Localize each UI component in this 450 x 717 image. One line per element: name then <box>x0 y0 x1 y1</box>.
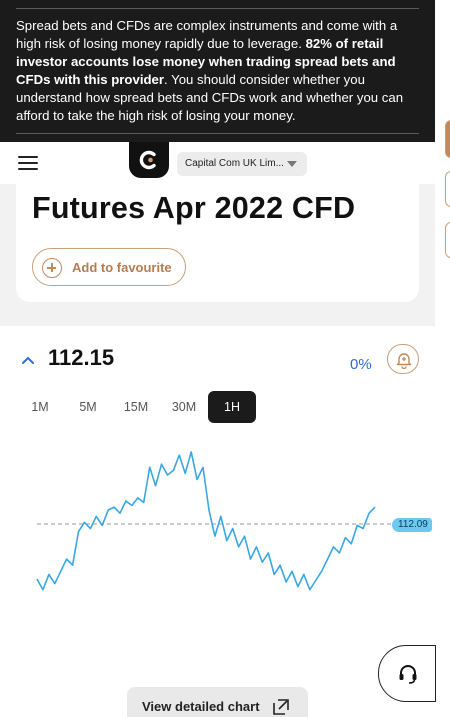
timeframe-30m[interactable]: 30M <box>160 391 208 423</box>
price-chart[interactable] <box>0 430 435 620</box>
capital-com-logo[interactable] <box>129 142 169 178</box>
side-tab[interactable] <box>445 120 450 158</box>
add-to-favourite-label: Add to favourite <box>72 260 172 275</box>
account-select[interactable]: Capital Com UK Lim... <box>177 152 307 176</box>
plus-circle-icon <box>42 258 62 278</box>
page-title: Futures Apr 2022 CFD <box>32 191 356 225</box>
support-button[interactable] <box>378 645 436 702</box>
top-navigation: Capital Com UK Lim... <box>0 142 435 184</box>
current-price: 112.15 <box>48 345 115 370</box>
risk-warning-text: Spread bets and CFDs are complex instrum… <box>16 18 404 123</box>
price-change: 0% <box>350 356 372 373</box>
account-select-label: Capital Com UK Lim... <box>185 158 284 169</box>
risk-warning-banner: Spread bets and CFDs are complex instrum… <box>0 0 435 142</box>
price-series-line <box>36 451 376 591</box>
divider <box>16 133 419 134</box>
timeframe-1h[interactable]: 1H <box>208 391 256 423</box>
price-alert-button[interactable] <box>387 344 419 374</box>
chevron-up-icon <box>22 356 34 364</box>
headset-icon <box>399 665 417 684</box>
divider <box>16 8 419 9</box>
current-price-tag: 112.09 <box>392 518 432 532</box>
chevron-down-icon <box>287 161 297 167</box>
add-to-favourite-button[interactable]: Add to favourite <box>32 248 186 286</box>
view-detailed-chart-button[interactable]: View detailed chart <box>127 687 308 717</box>
timeframe-15m[interactable]: 15M <box>112 391 160 423</box>
view-detailed-chart-label: View detailed chart <box>142 699 260 714</box>
bell-plus-icon <box>396 353 412 369</box>
hamburger-icon[interactable] <box>18 156 38 170</box>
expand-icon <box>273 699 289 715</box>
side-tab[interactable] <box>445 171 450 207</box>
side-tab[interactable] <box>445 222 450 258</box>
timeframe-5m[interactable]: 5M <box>64 391 112 423</box>
timeframe-1m[interactable]: 1M <box>16 391 64 423</box>
